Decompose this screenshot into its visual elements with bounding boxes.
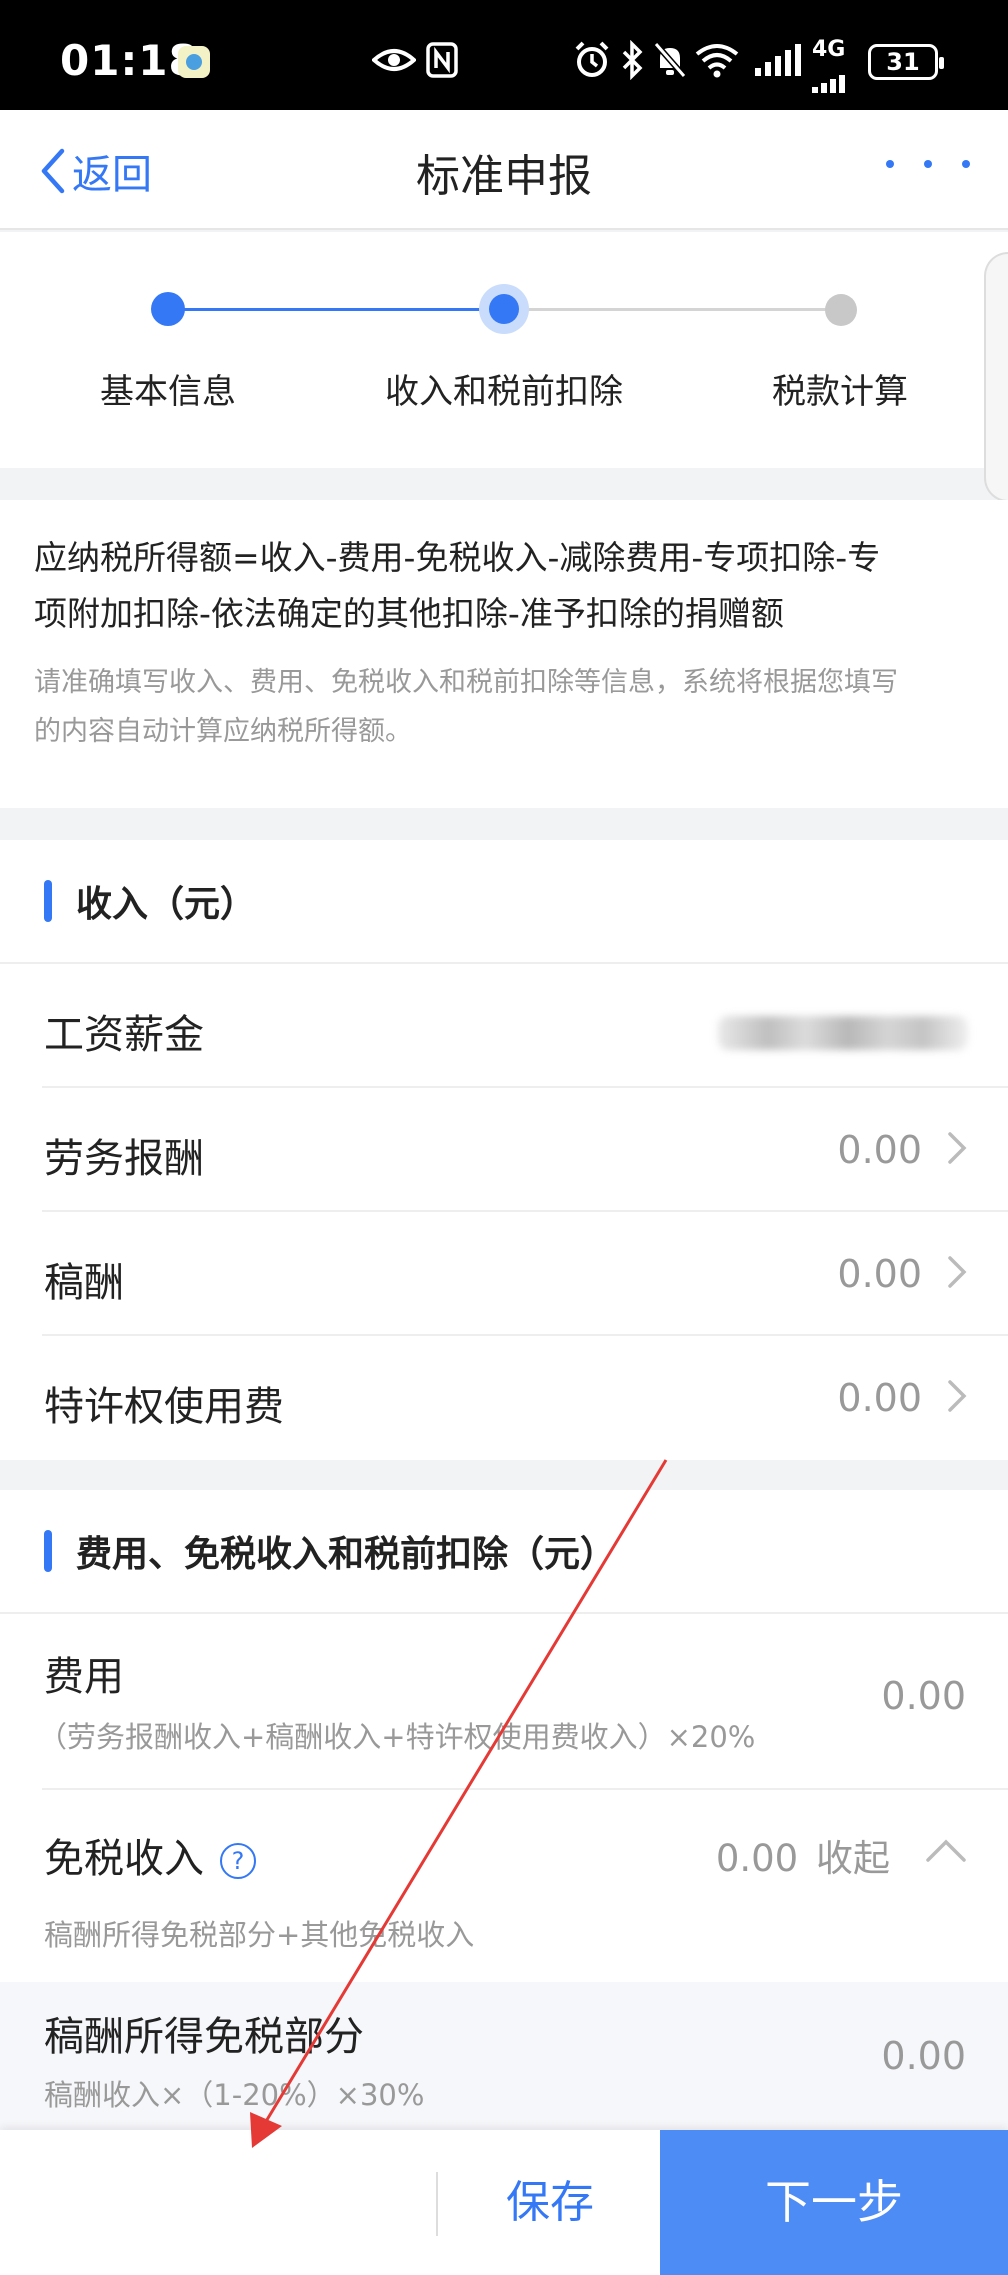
step-dot-current bbox=[489, 294, 519, 324]
income-row-franchise[interactable]: 特许权使用费 0.00 bbox=[42, 1336, 1008, 1460]
chevron-right-icon bbox=[948, 1256, 967, 1288]
row-value: 0.00 bbox=[837, 1252, 922, 1296]
row-label: 稿酬 bbox=[44, 1260, 124, 1306]
eye-icon bbox=[371, 40, 417, 89]
income-row-royalty[interactable]: 稿酬 0.00 bbox=[42, 1212, 1008, 1336]
alarm-icon bbox=[574, 40, 610, 89]
income-section: 收入（元） 工资薪金 劳务报酬 0.00 稿酬 0.00 特许权使用费 0.00 bbox=[0, 840, 1008, 1460]
fee-value: 0.00 bbox=[881, 1674, 966, 1718]
income-section-header: 收入（元） bbox=[0, 840, 1008, 964]
side-drawer-handle[interactable] bbox=[984, 252, 1008, 502]
help-icon[interactable]: ? bbox=[220, 1843, 256, 1879]
signal-icon bbox=[755, 42, 801, 76]
section-accent-bar bbox=[44, 1530, 52, 1572]
income-row-salary[interactable]: 工资薪金 bbox=[42, 964, 1008, 1088]
wifi-icon bbox=[694, 40, 740, 89]
chevron-up-icon[interactable] bbox=[924, 1838, 968, 1864]
royalty-exempt-label: 稿酬所得免税部分 bbox=[44, 2014, 364, 2060]
more-dot-icon bbox=[886, 160, 894, 168]
deduction-section-title: 费用、免税收入和税前扣除（元） bbox=[76, 1534, 617, 1575]
deduction-section: 费用、免税收入和税前扣除（元） 费用 （劳务报酬收入+稿酬收入+特许权使用费收入… bbox=[0, 1490, 1008, 2130]
next-step-button[interactable]: 下一步 bbox=[660, 2130, 1008, 2275]
more-dot-icon bbox=[924, 160, 932, 168]
formula-text: 应纳税所得额=收入-费用-免税收入-减除费用-专项扣除-专 项附加扣除-依法确定… bbox=[34, 530, 974, 642]
bluetooth-icon bbox=[620, 39, 644, 89]
row-label: 劳务报酬 bbox=[44, 1136, 204, 1182]
row-value: 0.00 bbox=[837, 1376, 922, 1420]
step-dot-pending bbox=[825, 294, 857, 326]
section-accent-bar bbox=[44, 880, 52, 922]
battery-icon: 31 bbox=[868, 44, 944, 80]
formula-note: 请准确填写收入、费用、免税收入和税前扣除等信息，系统将根据您填写 的内容自动计算… bbox=[34, 654, 974, 752]
income-section-title: 收入（元） bbox=[76, 884, 257, 925]
formula-card: 应纳税所得额=收入-费用-免税收入-减除费用-专项扣除-专 项附加扣除-依法确定… bbox=[0, 500, 1008, 808]
network-type: 4G bbox=[812, 37, 846, 62]
fee-label: 费用 bbox=[44, 1654, 124, 1700]
fee-formula: （劳务报酬收入+稿酬收入+特许权使用费收入）×20% bbox=[38, 1720, 756, 1754]
save-button[interactable]: 保存 bbox=[440, 2130, 660, 2275]
mute-icon bbox=[652, 40, 688, 89]
row-label: 特许权使用费 bbox=[44, 1384, 284, 1430]
row-value: 0.00 bbox=[837, 1128, 922, 1172]
tax-free-amount: 0.00 bbox=[715, 1837, 799, 1880]
formula-line: 项附加扣除-依法确定的其他扣除-准予扣除的捐赠额 bbox=[34, 594, 784, 633]
mobile-signal-icon bbox=[812, 62, 852, 102]
tax-free-label: 免税收入 bbox=[44, 1836, 204, 1882]
deduction-section-header: 费用、免税收入和税前扣除（元） bbox=[0, 1490, 1008, 1614]
step-label-tax-calc: 税款计算 bbox=[772, 372, 908, 412]
chevron-right-icon bbox=[948, 1132, 967, 1164]
page-title: 标准申报 bbox=[416, 151, 592, 202]
more-menu-button[interactable] bbox=[886, 160, 970, 168]
formula-note-line: 请准确填写收入、费用、免税收入和税前扣除等信息，系统将根据您填写 bbox=[34, 667, 898, 698]
tax-free-value: 0.00 收起 bbox=[716, 1828, 890, 1882]
tax-free-income-row[interactable]: 免税收入? 0.00 收起 稿酬所得免税部分+其他免税收入 bbox=[0, 1790, 1008, 1982]
nfc-icon bbox=[425, 40, 459, 89]
blurred-value bbox=[718, 1016, 968, 1050]
royalty-exempt-formula: 稿酬收入×（1-20%）×30% bbox=[44, 2078, 425, 2112]
tax-free-label-wrap: 免税收入? bbox=[44, 1826, 256, 1884]
royalty-exempt-row: 稿酬所得免税部分 稿酬收入×（1-20%）×30% 0.00 bbox=[0, 1982, 1008, 2130]
chevron-right-icon bbox=[948, 1380, 967, 1412]
formula-note-line: 的内容自动计算应纳税所得额。 bbox=[34, 716, 412, 747]
bottom-action-bar: 保存 下一步 bbox=[0, 2130, 1008, 2275]
app-notification-icon bbox=[178, 46, 210, 78]
step-dot-done bbox=[151, 292, 185, 326]
more-dot-icon bbox=[962, 160, 970, 168]
step-connector-pending bbox=[504, 308, 840, 311]
fee-row: 费用 （劳务报酬收入+稿酬收入+特许权使用费收入）×20% 0.00 bbox=[38, 1614, 1008, 1790]
collapse-toggle[interactable]: 收起 bbox=[816, 1837, 890, 1880]
formula-line: 应纳税所得额=收入-费用-免税收入-减除费用-专项扣除-专 bbox=[34, 538, 881, 577]
row-label: 工资薪金 bbox=[44, 1012, 204, 1058]
step-connector-done bbox=[168, 308, 504, 311]
tax-free-formula: 稿酬所得免税部分+其他免税收入 bbox=[44, 1918, 475, 1952]
divider bbox=[436, 2172, 438, 2236]
status-bar: 01:18 4G 31 bbox=[0, 0, 1008, 110]
progress-stepper: 基本信息 收入和税前扣除 税款计算 bbox=[0, 232, 1008, 502]
step-label-basic-info: 基本信息 bbox=[100, 372, 236, 412]
nav-bar: 返回 标准申报 bbox=[0, 110, 1008, 230]
royalty-exempt-value: 0.00 bbox=[881, 2034, 966, 2078]
income-row-labor[interactable]: 劳务报酬 0.00 bbox=[42, 1088, 1008, 1212]
step-label-income-deduction: 收入和税前扣除 bbox=[385, 372, 623, 412]
